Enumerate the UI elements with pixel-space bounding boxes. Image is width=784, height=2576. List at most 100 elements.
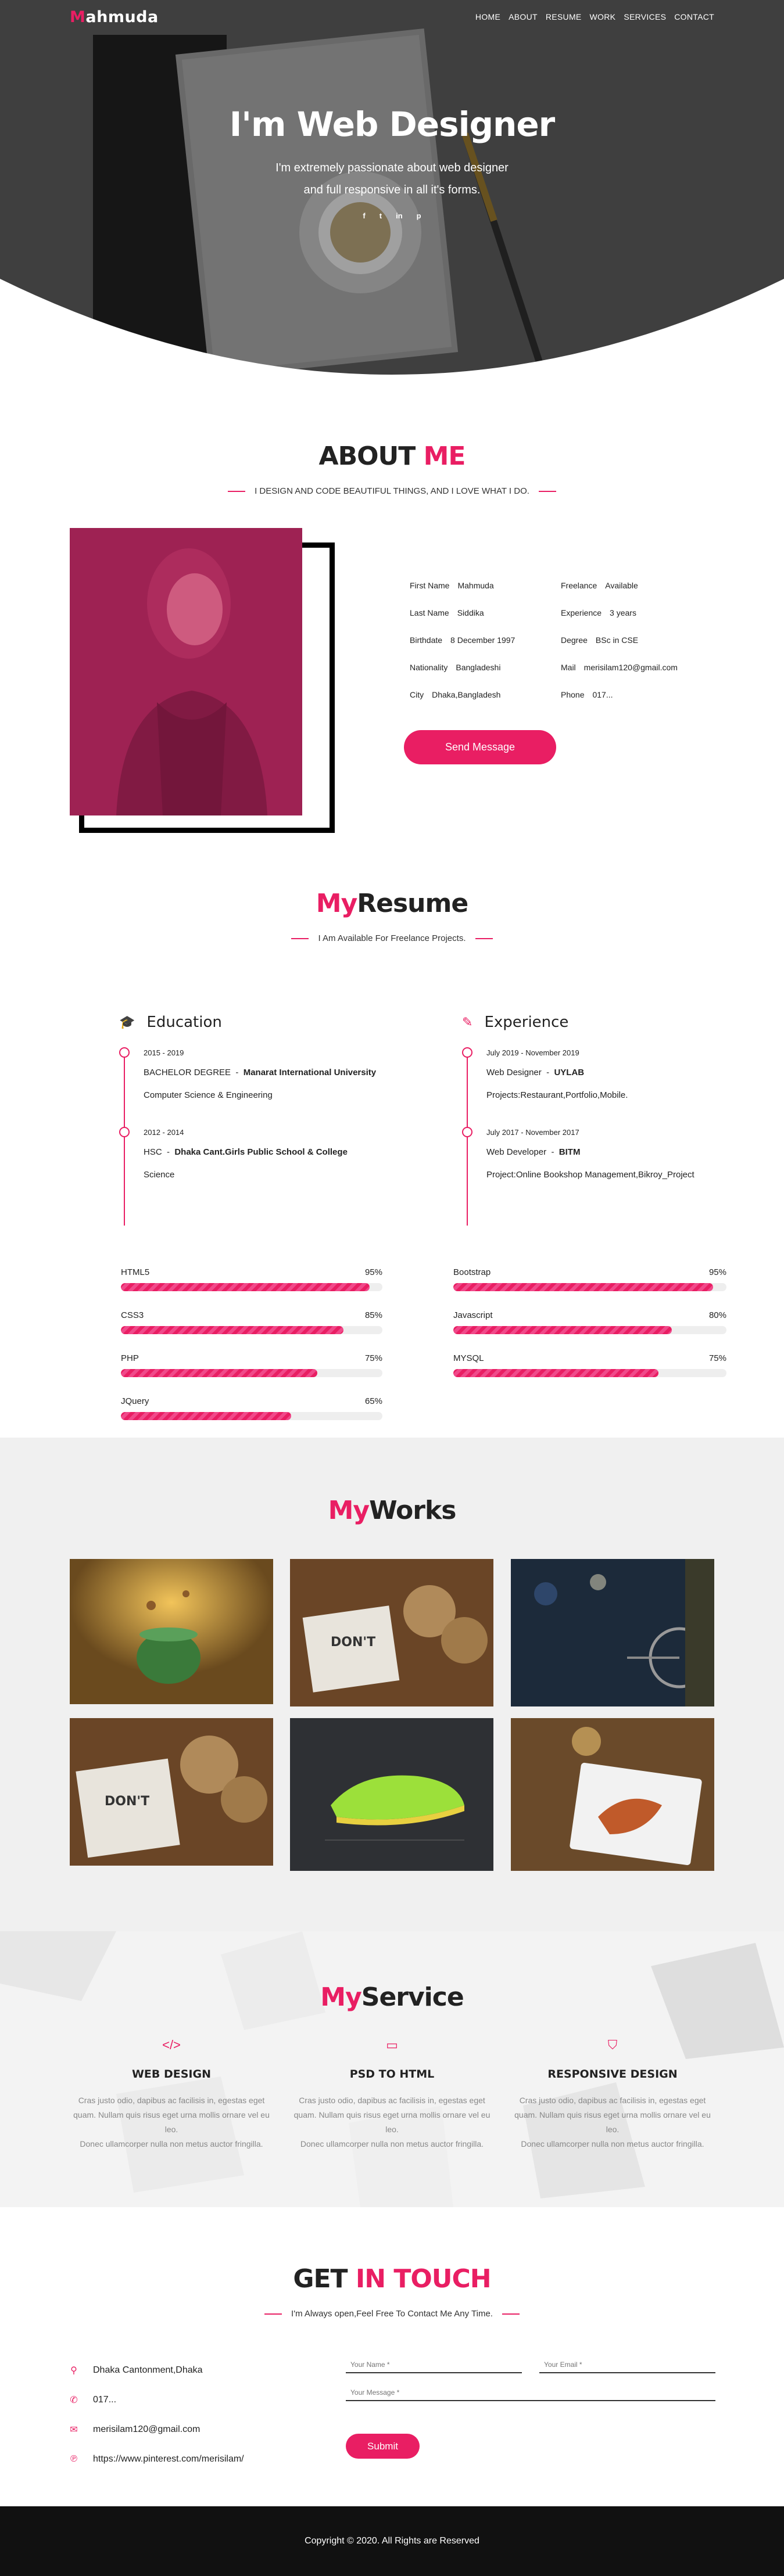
- send-message-button[interactable]: Send Message: [404, 730, 556, 764]
- phone-icon: ✆: [70, 2395, 78, 2405]
- timeline-item: July 2017 - November 2017 Web Developer …: [462, 1127, 735, 1180]
- svg-text:DON'T: DON'T: [331, 1635, 375, 1650]
- skill-bar: [121, 1326, 382, 1334]
- service-psd-to-html: ▭ PSD TO HTML Cras justo odio, dapibus a…: [291, 2038, 494, 2151]
- work-item-food[interactable]: [511, 1718, 714, 1871]
- about-tagline: I DESIGN AND CODE BEAUTIFUL THINGS, AND …: [0, 486, 784, 496]
- linkedin-icon[interactable]: in: [396, 211, 403, 220]
- education-timeline: 2015 - 2019 BACHELOR DEGREE - Manarat In…: [119, 1047, 392, 1226]
- hero-title: I'm Web Designer: [229, 105, 556, 144]
- service-web-design: </> WEB DESIGN Cras justo odio, dapibus …: [70, 2038, 273, 2151]
- contact-pinterest[interactable]: ℗ https://www.pinterest.com/merisilam/: [70, 2444, 244, 2474]
- email-field[interactable]: [544, 2361, 711, 2369]
- work-item-coffee-splash[interactable]: [70, 1559, 273, 1704]
- pinterest-icon[interactable]: p: [417, 211, 421, 220]
- skill-bar: [121, 1369, 382, 1377]
- info-experience: Experience 3 years: [561, 608, 636, 617]
- facebook-icon[interactable]: f: [363, 211, 365, 220]
- name-field[interactable]: [350, 2361, 517, 2369]
- top-navigation: Mahmuda HOME ABOUT RESUME WORK SERVICES …: [0, 0, 784, 34]
- skill-bar: [121, 1412, 382, 1420]
- personal-info: First Name Mahmuda Freelance Available Las…: [410, 578, 712, 702]
- skill-jquery: JQuery 65%: [121, 1396, 382, 1420]
- divider: [475, 937, 493, 939]
- contact-email: ✉ merisilam120@gmail.com: [70, 2424, 201, 2435]
- contact-phone: ✆ 017...: [70, 2394, 117, 2405]
- education-column: 🎓 Education 2015 - 2019 BACHELOR DEGREE -…: [119, 1014, 392, 1226]
- timeline-dot: [119, 1047, 130, 1058]
- message-field[interactable]: [350, 2388, 711, 2397]
- timeline-dot: [119, 1127, 130, 1137]
- experience-timeline: July 2019 - November 2019 Web Designer -…: [462, 1047, 735, 1226]
- works-section: MyWorks DON'T DON'T: [0, 1438, 784, 1931]
- nav-menu: HOME ABOUT RESUME WORK SERVICES CONTACT: [475, 12, 714, 21]
- about-title: ABOUT ME: [318, 441, 466, 471]
- nav-contact[interactable]: CONTACT: [674, 12, 714, 21]
- skill-bootstrap: Bootstrap 95%: [453, 1267, 726, 1291]
- work-item-bicycle[interactable]: [511, 1559, 714, 1706]
- footer: Copyright © 2020. All Rights are Reserve…: [0, 2506, 784, 2576]
- skill-javascript: Javascript 80%: [453, 1310, 726, 1334]
- skill-bar: [453, 1283, 726, 1291]
- site-logo[interactable]: Mahmuda: [70, 8, 159, 26]
- contact-title: GET IN TOUCH: [293, 2264, 491, 2294]
- skill-php: PHP 75%: [121, 1353, 382, 1377]
- nav-work[interactable]: WORK: [590, 12, 616, 21]
- timeline-dot: [462, 1047, 472, 1058]
- info-birthdate: Birthdate 8 December 1997: [410, 635, 515, 645]
- message-field-wrap: [346, 2385, 715, 2401]
- nav-resume[interactable]: RESUME: [546, 12, 582, 21]
- divider: [538, 490, 556, 492]
- monitor-icon: ▭: [386, 2038, 398, 2052]
- nav-services[interactable]: SERVICES: [624, 12, 666, 21]
- divider: [502, 2313, 520, 2315]
- email-field-wrap: [539, 2357, 715, 2373]
- code-icon: </>: [162, 2038, 181, 2052]
- nav-home[interactable]: HOME: [475, 12, 500, 21]
- skills-right: Bootstrap 95% Javascript 80% MYSQL 75%: [453, 1267, 726, 1396]
- skill-css3: CSS3 85%: [121, 1310, 382, 1334]
- hero-text: I'm Web Designer I'm extremely passionat…: [0, 105, 784, 220]
- work-item-coasters-2[interactable]: DON'T: [70, 1718, 273, 1866]
- info-mail: Mail merisilam120@gmail.com: [561, 662, 678, 672]
- graduation-cap-icon: 🎓: [119, 1015, 135, 1030]
- divider: [291, 937, 309, 939]
- profile-photo-block: [70, 528, 335, 833]
- info-last-name: Last Name Siddika: [410, 608, 484, 617]
- service-responsive-design: ⛉ RESPONSIVE DESIGN Cras justo odio, dap…: [511, 2038, 714, 2151]
- experience-column: ✎ Experience July 2019 - November 2019 We…: [462, 1014, 735, 1226]
- social-links: f t in p: [0, 211, 784, 220]
- nav-about[interactable]: ABOUT: [509, 12, 538, 21]
- timeline-item: 2012 - 2014 HSC - Dhaka Cant.Girls Publi…: [119, 1127, 392, 1180]
- about-section: ABOUT ME I DESIGN AND CODE BEAUTIFUL THI…: [0, 383, 784, 883]
- timeline-item: July 2019 - November 2019 Web Designer -…: [462, 1047, 735, 1100]
- info-freelance: Freelance Available: [561, 580, 638, 590]
- works-gallery: DON'T DON'T: [0, 1559, 784, 1884]
- experience-heading: ✎ Experience: [462, 1014, 569, 1031]
- skill-bar: [121, 1283, 382, 1291]
- service-section: MyService </> WEB DESIGN Cras justo odio…: [0, 1931, 784, 2207]
- pinterest-icon: ℗: [70, 2453, 77, 2464]
- work-item-coasters[interactable]: DON'T: [290, 1559, 493, 1706]
- info-nationality: Nationality Bangladeshi: [410, 662, 501, 672]
- divider: [228, 490, 246, 492]
- copyright-text: Copyright © 2020. All Rights are Reserve…: [305, 2536, 479, 2546]
- twitter-icon[interactable]: t: [380, 211, 382, 220]
- resume-tagline: I Am Available For Freelance Projects.: [0, 933, 784, 943]
- contact-section: GET IN TOUCH I'm Always open,Feel Free T…: [0, 2207, 784, 2506]
- skills-left: HTML5 95% CSS3 85% PHP 75% JQuery 65%: [121, 1267, 382, 1439]
- work-item-sneaker[interactable]: [290, 1718, 493, 1871]
- contact-form: Submit: [346, 2357, 715, 2459]
- skill-html5: HTML5 95%: [121, 1267, 382, 1291]
- hero-curve-divider: [0, 279, 784, 383]
- service-title: MyService: [320, 1982, 464, 2012]
- html5-icon: ⛉: [607, 2038, 618, 2052]
- skill-mysql: MYSQL 75%: [453, 1353, 726, 1377]
- info-city: City Dhaka,Bangladesh: [410, 689, 501, 699]
- divider: [264, 2313, 282, 2315]
- resume-section: MyResume I Am Available For Freelance Pr…: [0, 883, 784, 1438]
- contact-address: ⚲ Dhaka Cantonment,Dhaka: [70, 2365, 203, 2376]
- submit-button[interactable]: Submit: [346, 2434, 420, 2459]
- service-list: </> WEB DESIGN Cras justo odio, dapibus …: [0, 2038, 784, 2151]
- info-degree: Degree BSc in CSE: [561, 635, 639, 645]
